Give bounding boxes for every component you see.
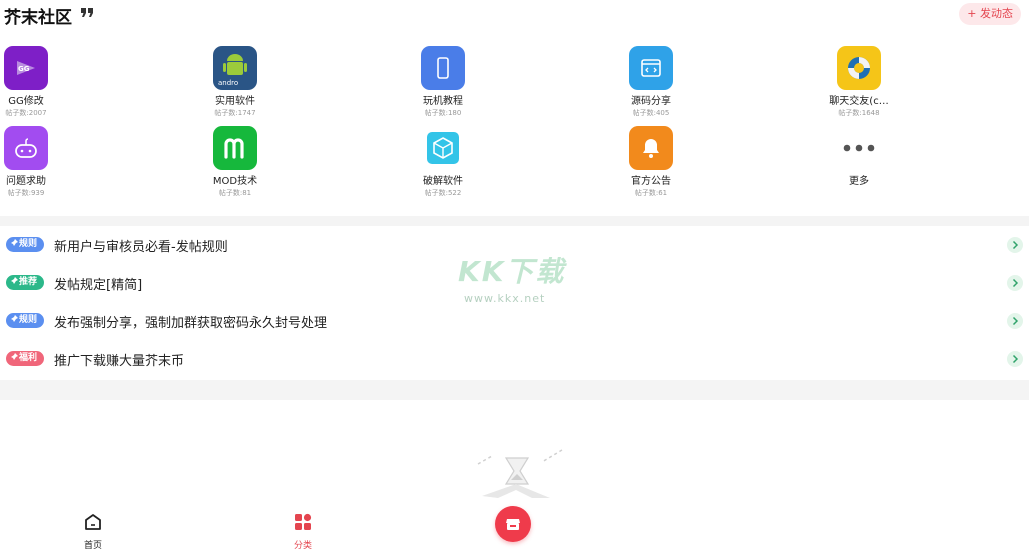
svg-text:GG: GG: [18, 65, 30, 73]
notice-badge: 福利: [6, 351, 44, 366]
category-more[interactable]: 更多: [799, 120, 919, 198]
category-name: 官方公告: [631, 176, 671, 187]
tab-label: 分类: [293, 541, 312, 551]
tab-category[interactable]: 分类: [273, 512, 333, 552]
notice-badge-label: 规则: [19, 315, 38, 325]
chat-ring-icon: [837, 46, 881, 90]
svg-text:andro: andro: [218, 79, 238, 87]
chevron-right-icon: [1007, 351, 1023, 367]
bell-icon: [629, 126, 673, 170]
pin-icon: [10, 315, 18, 323]
category-post-count: 帖子数:522: [424, 189, 462, 197]
chevron-right-icon: [1007, 313, 1023, 329]
category-post-count: 帖子数:61: [634, 189, 668, 197]
category-help[interactable]: 问题求助 帖子数:939: [0, 120, 86, 198]
notice-badge: 推荐: [6, 275, 44, 290]
category-source-share[interactable]: 源码分享 帖子数:405: [591, 40, 711, 118]
bottom-tab-bar: 首页 分类: [0, 506, 1029, 554]
category-name: GG修改: [8, 96, 44, 107]
gamepad-icon: [4, 126, 48, 170]
shop-fab-button[interactable]: [495, 506, 531, 542]
category-grid-icon: [295, 513, 312, 530]
notice-title: 发帖规定[精简]: [54, 278, 143, 293]
category-name: MOD技术: [212, 176, 258, 187]
category-name: 玩机教程: [423, 96, 463, 107]
category-name: 实用软件: [215, 96, 255, 107]
tab-home[interactable]: 首页: [63, 512, 123, 552]
watermark: KK下载 www.kkx.net: [458, 250, 578, 310]
category-gg-modifier[interactable]: GG GG修改 帖子数:2007: [0, 40, 86, 118]
page-header: 芥末社区 + 发动态: [0, 0, 1029, 30]
category-phone-tutorial[interactable]: 玩机教程 帖子数:180: [383, 40, 503, 118]
home-icon: [85, 514, 101, 530]
pin-icon: [10, 277, 18, 285]
notice-badge-label: 福利: [19, 353, 38, 363]
chevron-right-icon: [1007, 237, 1023, 253]
category-post-count: 帖子数:180: [424, 109, 462, 117]
category-chat[interactable]: 聊天交友(c… 帖子数:1648: [799, 40, 919, 118]
notice-badge: 规则: [6, 237, 44, 252]
category-post-count: 帖子数:405: [632, 109, 670, 117]
category-grid: GG GG修改 帖子数:2007 andro 实用软件 帖子数:1747 玩机教…: [0, 40, 1029, 210]
more-dots-icon: [837, 126, 881, 170]
category-mod[interactable]: MOD技术 帖子数:81: [175, 120, 295, 198]
notice-title: 新用户与审核员必看-发帖规则: [54, 240, 228, 255]
watermark-url: www.kkx.net: [464, 292, 546, 305]
tab-label: 首页: [83, 541, 102, 551]
post-update-button[interactable]: + 发动态: [959, 3, 1021, 25]
category-name: 问题求助: [6, 176, 46, 187]
section-divider: [0, 216, 1029, 226]
gg-modifier-icon: GG: [4, 46, 48, 90]
category-post-count: 帖子数:81: [218, 189, 252, 197]
shop-icon: [506, 519, 520, 530]
quote-icon: [81, 8, 93, 17]
android-icon: andro: [213, 46, 257, 90]
pin-icon: [10, 239, 18, 247]
notice-item[interactable]: 福利 推广下载赚大量芥末币: [0, 340, 1029, 378]
notice-badge-label: 规则: [19, 239, 38, 249]
cube-icon: [421, 126, 465, 170]
pin-icon: [10, 353, 18, 361]
code-icon: [629, 46, 673, 90]
notice-badge: 规则: [6, 313, 44, 328]
category-post-count: 帖子数:2007: [5, 109, 47, 117]
chevron-right-icon: [1007, 275, 1023, 291]
page-title: 芥末社区: [4, 8, 72, 28]
section-divider: [0, 380, 1029, 400]
category-post-count: 帖子数:939: [7, 189, 45, 197]
category-post-count: 帖子数:1648: [838, 109, 880, 117]
category-cracked-software[interactable]: 破解软件 帖子数:522: [383, 120, 503, 198]
category-post-count: 帖子数:1747: [214, 109, 256, 117]
phone-icon: [421, 46, 465, 90]
category-name: 聊天交友(c…: [829, 96, 889, 107]
notice-badge-label: 推荐: [19, 277, 38, 287]
loading-hourglass-illustration: [477, 449, 563, 498]
mod-icon: [213, 126, 257, 170]
category-name: 更多: [849, 176, 869, 187]
notice-title: 发布强制分享，强制加群获取密码永久封号处理: [54, 316, 328, 331]
category-useful-software[interactable]: andro 实用软件 帖子数:1747: [175, 40, 295, 118]
notice-title: 推广下载赚大量芥末币: [54, 354, 185, 369]
category-name: 破解软件: [423, 176, 463, 187]
watermark-logo-text: KK下载: [458, 255, 566, 288]
category-name: 源码分享: [631, 96, 671, 107]
category-announcement[interactable]: 官方公告 帖子数:61: [591, 120, 711, 198]
